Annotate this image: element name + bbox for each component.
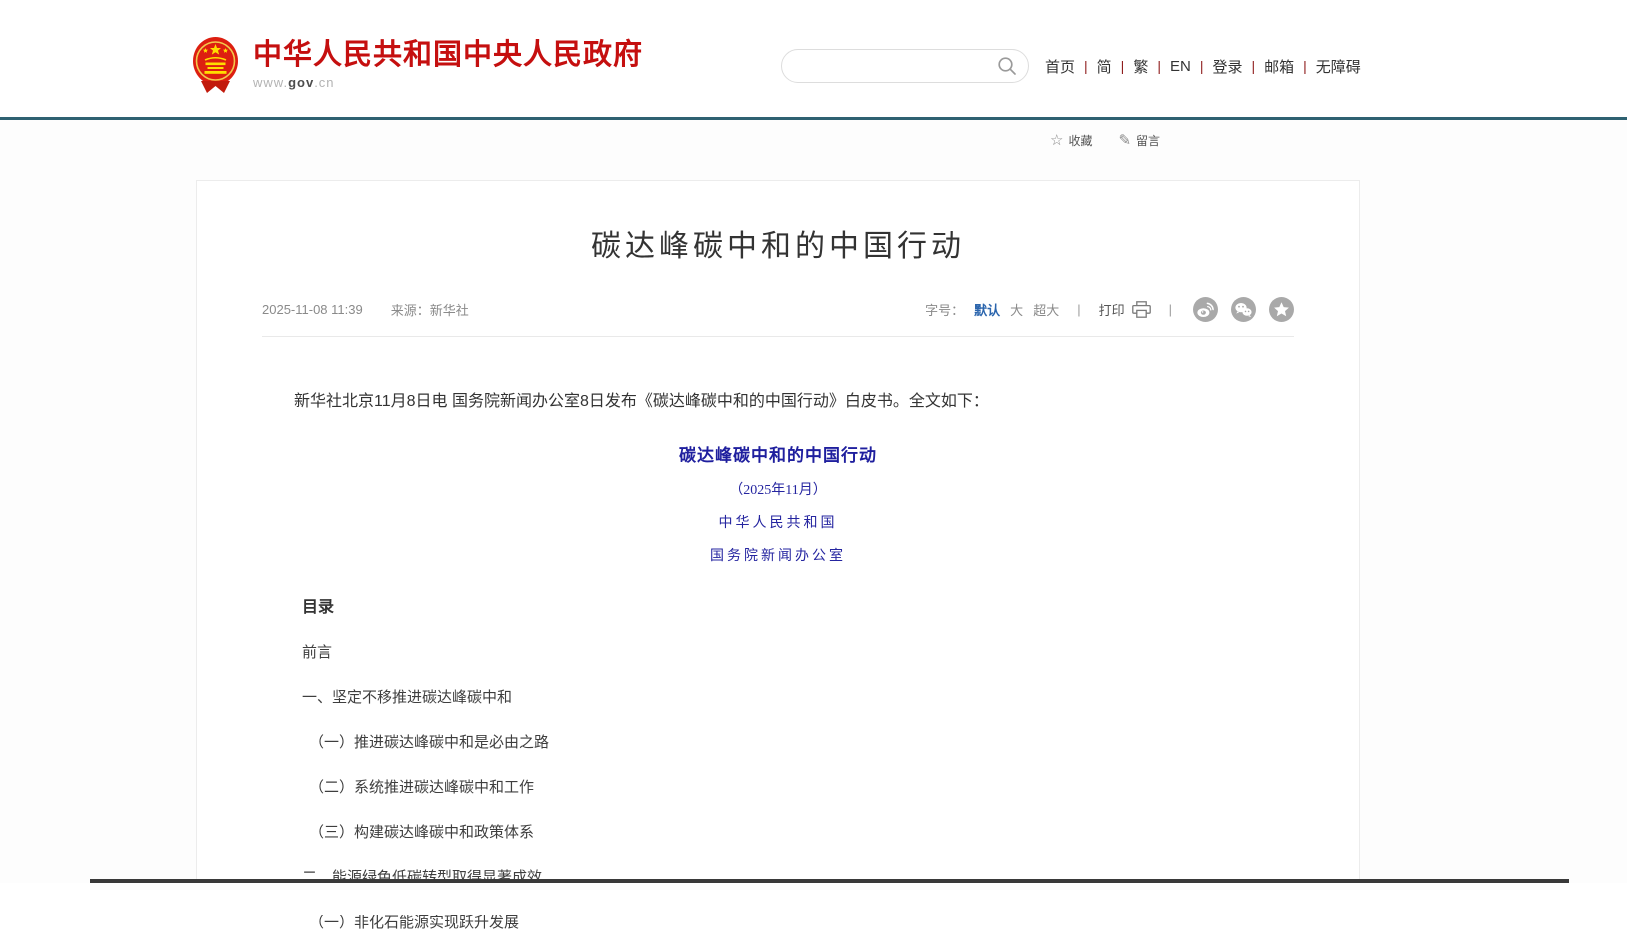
page-actions: ☆ 收藏 ✎ 留言 bbox=[1050, 132, 1160, 149]
site-url: www.gov.cn bbox=[253, 75, 643, 90]
search-icon[interactable] bbox=[997, 56, 1017, 76]
source-link[interactable]: 新华社 bbox=[430, 303, 469, 318]
search-box bbox=[781, 49, 1029, 83]
nav-mail[interactable]: 邮箱 bbox=[1264, 56, 1294, 77]
source-label: 来源： bbox=[391, 303, 430, 318]
meta-left: 2025-11-08 11:39 来源：新华社 bbox=[262, 300, 469, 319]
nav-login[interactable]: 登录 bbox=[1212, 56, 1242, 77]
article-title: 碳达峰碳中和的中国行动 bbox=[262, 221, 1294, 265]
fontsize-xlarge-button[interactable]: 超大 bbox=[1033, 300, 1059, 319]
favorite-label: 收藏 bbox=[1068, 132, 1092, 149]
wechat-icon bbox=[1231, 297, 1256, 322]
fontsize-label: 字号： bbox=[925, 300, 964, 319]
article-meta-row: 2025-11-08 11:39 来源：新华社 字号： 默认 大 超大 打印 bbox=[262, 297, 1294, 337]
nav-accessibility[interactable]: 无障碍 bbox=[1316, 56, 1361, 77]
favorite-button[interactable]: ☆ 收藏 bbox=[1050, 132, 1092, 149]
source-group: 来源：新华社 bbox=[391, 300, 469, 319]
nav-home[interactable]: 首页 bbox=[1045, 56, 1075, 77]
site-header: 中华人民共和国中央人民政府 www.gov.cn 首页 简 繁 EN 登录 邮箱… bbox=[0, 0, 1627, 117]
main-content: ☆ 收藏 ✎ 留言 碳达峰碳中和的中国行动 2025-11-08 11:39 来… bbox=[0, 120, 1627, 915]
message-pen-icon: ✎ bbox=[1118, 133, 1131, 148]
toc-heading: 目录 bbox=[302, 593, 1294, 617]
nav-english[interactable]: EN bbox=[1170, 58, 1191, 75]
message-button[interactable]: ✎ 留言 bbox=[1118, 132, 1160, 149]
fontsize-default-button[interactable]: 默认 bbox=[974, 300, 1000, 319]
fontsize-large-button[interactable]: 大 bbox=[1010, 300, 1023, 319]
nav-separator bbox=[1084, 58, 1088, 74]
toc-item: （一）推进碳达峰碳中和是必由之路 bbox=[309, 731, 1294, 752]
doc-title: 碳达峰碳中和的中国行动 bbox=[262, 441, 1294, 466]
toc-item: 一、坚定不移推进碳达峰碳中和 bbox=[302, 686, 1294, 707]
doc-org-line2: 国务院新闻办公室 bbox=[262, 545, 1294, 565]
publish-datetime: 2025-11-08 11:39 bbox=[262, 302, 363, 317]
share-weibo-button[interactable] bbox=[1193, 297, 1218, 322]
share-wechat-button[interactable] bbox=[1231, 297, 1256, 322]
favorite-star-icon: ☆ bbox=[1050, 133, 1063, 148]
lead-paragraph: 新华社北京11月8日电 国务院新闻办公室8日发布《碳达峰碳中和的中国行动》白皮书… bbox=[262, 389, 1294, 415]
national-emblem-icon bbox=[192, 36, 239, 94]
weibo-icon bbox=[1193, 297, 1218, 322]
nav-separator bbox=[1157, 58, 1161, 74]
doc-date: （2025年11月） bbox=[262, 479, 1294, 499]
brand-text: 中华人民共和国中央人民政府 www.gov.cn bbox=[253, 40, 643, 91]
meta-separator bbox=[1077, 302, 1080, 317]
printer-icon bbox=[1132, 301, 1151, 318]
bottom-mask bbox=[0, 883, 1627, 915]
top-nav: 首页 简 繁 EN 登录 邮箱 无障碍 bbox=[1045, 49, 1361, 83]
site-url-prefix: www. bbox=[253, 75, 288, 90]
site-url-gov: gov bbox=[288, 75, 314, 90]
bottom-divider bbox=[90, 879, 1569, 883]
site-url-suffix: .cn bbox=[314, 75, 334, 90]
message-label: 留言 bbox=[1136, 132, 1160, 149]
share-star-button[interactable] bbox=[1269, 297, 1294, 322]
nav-separator bbox=[1303, 58, 1307, 74]
site-logo[interactable]: 中华人民共和国中央人民政府 www.gov.cn bbox=[192, 36, 643, 94]
toc-item: （三）构建碳达峰碳中和政策体系 bbox=[309, 821, 1294, 842]
meta-right: 字号： 默认 大 超大 打印 bbox=[925, 297, 1294, 322]
nav-separator bbox=[1121, 58, 1125, 74]
nav-separator bbox=[1251, 58, 1255, 74]
print-label: 打印 bbox=[1099, 300, 1125, 319]
print-button[interactable]: 打印 bbox=[1099, 300, 1151, 319]
nav-traditional[interactable]: 繁 bbox=[1133, 56, 1148, 77]
toc-item: 前言 bbox=[302, 641, 1294, 662]
star-share-icon bbox=[1269, 297, 1294, 322]
nav-separator bbox=[1200, 58, 1204, 74]
article-container: 碳达峰碳中和的中国行动 2025-11-08 11:39 来源：新华社 字号： … bbox=[196, 180, 1360, 883]
search-input[interactable] bbox=[782, 50, 997, 82]
doc-org-line1: 中华人民共和国 bbox=[262, 512, 1294, 532]
nav-simplified[interactable]: 简 bbox=[1097, 56, 1112, 77]
meta-separator bbox=[1169, 302, 1172, 317]
site-title: 中华人民共和国中央人民政府 bbox=[253, 40, 643, 72]
toc-item: （二）系统推进碳达峰碳中和工作 bbox=[309, 776, 1294, 797]
